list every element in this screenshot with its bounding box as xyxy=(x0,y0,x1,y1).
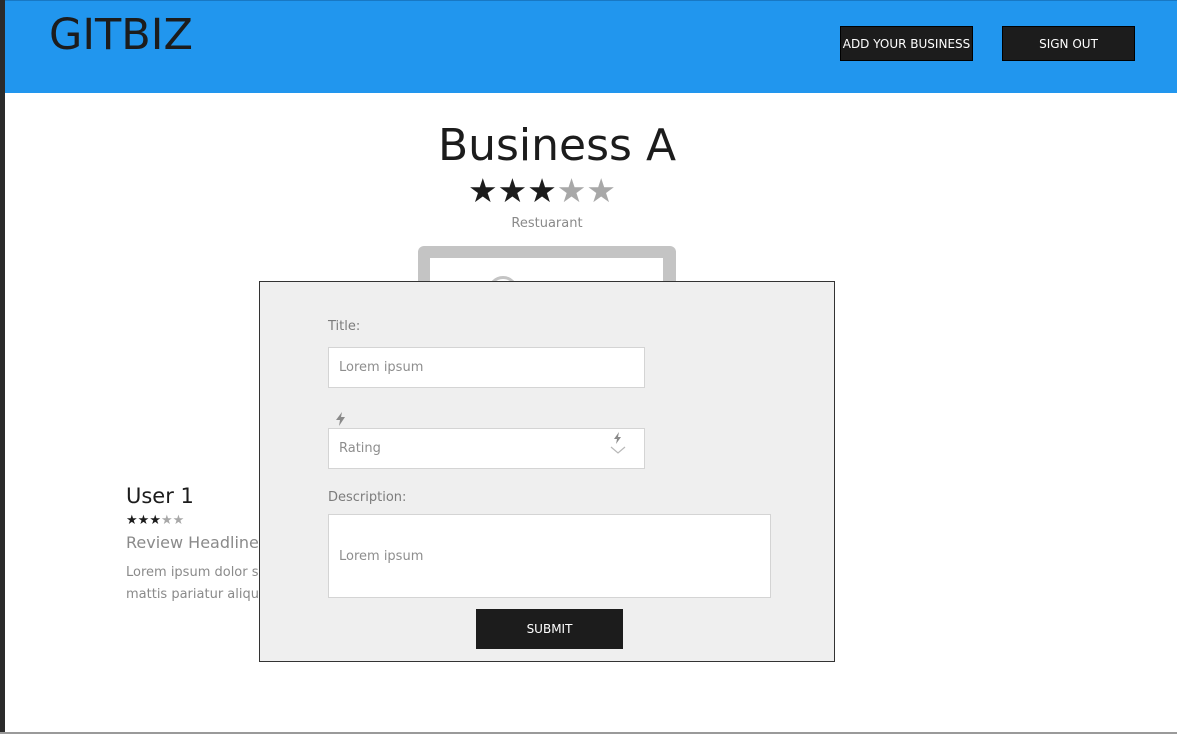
business-rating-stars: ★★★★★ xyxy=(468,174,628,207)
title-label: Title: xyxy=(328,319,361,334)
chevron-down-icon xyxy=(610,432,626,454)
top-header: GITBIZ ADD YOUR BUSINESS SIGN OUT xyxy=(5,0,1177,93)
add-business-button[interactable]: ADD YOUR BUSINESS xyxy=(840,26,973,61)
rating-select[interactable]: Rating xyxy=(328,428,645,469)
title-input[interactable]: Lorem ipsum xyxy=(328,347,645,388)
description-textarea[interactable]: Lorem ipsum xyxy=(328,514,771,598)
business-name: Business A xyxy=(437,120,677,171)
star-filled-icon: ★ xyxy=(527,171,557,210)
sign-out-button[interactable]: SIGN OUT xyxy=(1002,26,1135,61)
star-empty-icon: ★ xyxy=(556,171,587,210)
star-filled-icon: ★ xyxy=(137,513,150,529)
star-filled-icon: ★ xyxy=(468,171,498,210)
window-frame-left xyxy=(0,0,5,734)
star-filled-icon: ★ xyxy=(126,513,138,529)
star-empty-icon: ★ xyxy=(160,513,173,529)
star-empty-icon: ★ xyxy=(586,171,616,210)
business-category: Restuarant xyxy=(511,216,583,231)
logo[interactable]: GITBIZ xyxy=(49,10,193,62)
lightning-icon xyxy=(336,412,345,426)
description-label: Description: xyxy=(328,490,407,505)
rating-select-value: Rating xyxy=(339,441,381,456)
submit-button[interactable]: SUBMIT xyxy=(476,609,623,649)
star-filled-icon: ★ xyxy=(497,171,528,210)
write-review-modal: Title: Lorem ipsum Rating Description: L… xyxy=(259,281,835,662)
star-filled-icon: ★ xyxy=(149,513,161,529)
star-empty-icon: ★ xyxy=(172,513,185,529)
